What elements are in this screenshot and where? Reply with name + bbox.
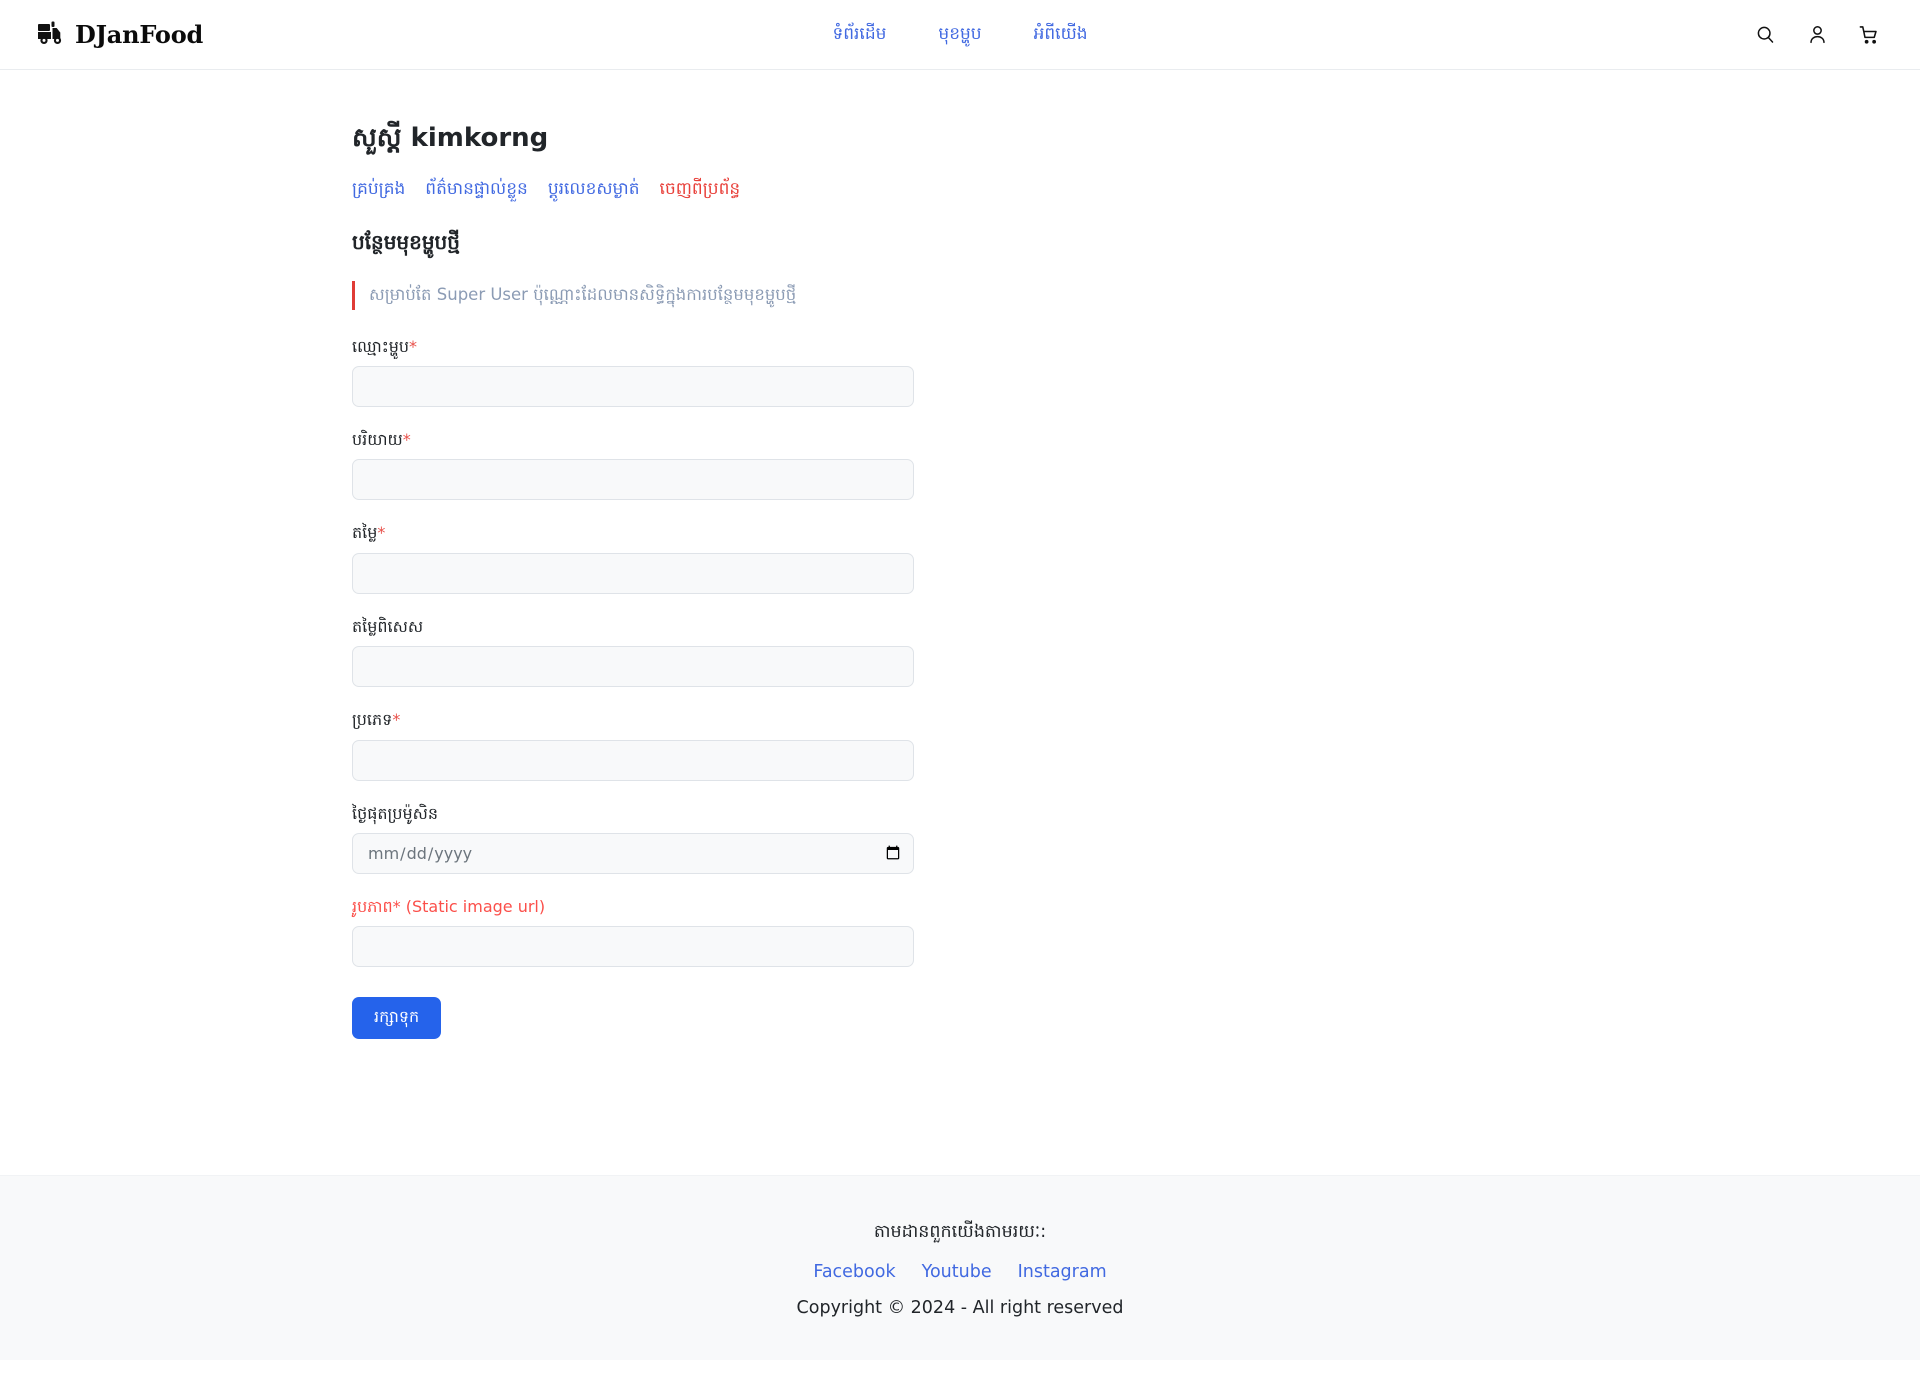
label-image-url: រូបភាព* (Static image url) <box>352 896 546 916</box>
label-promotion-end-date: ថ្ងៃផុតប្រម៉ូសិន <box>352 803 439 823</box>
field-category: ប្រភេទ* <box>352 709 1568 781</box>
input-special-price[interactable] <box>352 646 914 688</box>
field-price: តម្លៃ* <box>352 522 1568 594</box>
delivery-truck-icon <box>38 21 68 49</box>
page-body: សួស្តី kimkorng គ្រប់គ្រង ព័ត៌មានផ្ទាល់ខ… <box>0 70 1920 1175</box>
required-marker: * <box>377 523 386 543</box>
main-nav-links: ទំព័រដើម មុខម្ហូប អំពីយើង <box>832 21 1087 48</box>
page-title: សួស្តី kimkorng <box>352 123 549 153</box>
search-icon[interactable] <box>1752 22 1778 48</box>
footer-follow-title: តាមដានពួកយើងតាមរយៈ: <box>873 1222 1047 1242</box>
brand-name: DJanFood <box>75 20 204 49</box>
footer-link-instagram[interactable]: Instagram <box>1018 1262 1107 1282</box>
user-account-icon[interactable] <box>1804 22 1830 48</box>
required-marker: * <box>409 336 418 356</box>
shopping-cart-icon[interactable] <box>1856 22 1882 48</box>
label-category: ប្រភេទ* <box>352 710 401 730</box>
input-promotion-end-date[interactable] <box>352 832 914 874</box>
save-button[interactable]: រក្សាទុក <box>352 997 442 1040</box>
nav-item-home[interactable]: ទំព័រដើម <box>832 21 886 48</box>
add-food-form: ឈ្មោះម្ហូប* បរិយាយ* តម្លៃ* តម្លៃពិសេស ប្… <box>352 336 1568 1040</box>
input-description[interactable] <box>352 459 914 501</box>
footer-copyright: Copyright © 2024 - All right reserved <box>796 1298 1124 1318</box>
account-link-manage[interactable]: គ្រប់គ្រង <box>352 178 405 203</box>
input-food-name[interactable] <box>352 365 914 407</box>
required-marker: * <box>392 896 401 916</box>
label-special-price: តម្លៃពិសេស <box>352 616 424 636</box>
account-link-profile[interactable]: ព័ត៌មានផ្ទាល់ខ្លួន <box>425 178 528 203</box>
field-food-name: ឈ្មោះម្ហូប* <box>352 336 1568 407</box>
form-section-title: បន្ថែមមុខម្ហូបថ្មី <box>352 229 460 254</box>
site-footer: តាមដានពួកយើងតាមរយៈ: Facebook Youtube Ins… <box>0 1175 1920 1360</box>
field-special-price: តម្លៃពិសេស <box>352 616 1568 688</box>
super-user-notice: សម្រាប់តែ Super User ប៉ុណ្ណោះដែលមានសិទ្ធ… <box>352 280 1568 310</box>
label-food-name: ឈ្មោះម្ហូប* <box>352 336 418 356</box>
label-description: បរិយាយ* <box>352 429 411 449</box>
label-price: តម្លៃ* <box>352 523 386 543</box>
field-description: បរិយាយ* <box>352 429 1568 501</box>
account-link-logout[interactable]: ចេញពីប្រព័ន្ធ <box>660 178 741 203</box>
field-promotion-end-date: ថ្ងៃផុតប្រម៉ូសិន <box>352 803 1568 874</box>
nav-item-menu[interactable]: មុខម្ហូប <box>938 21 981 48</box>
input-price[interactable] <box>352 552 914 594</box>
account-links-row: គ្រប់គ្រង ព័ត៌មានផ្ទាល់ខ្លួន ប្ដូរលេខសម្… <box>352 178 1568 203</box>
account-link-change-password[interactable]: ប្ដូរលេខសម្ងាត់ <box>548 178 640 203</box>
input-category[interactable] <box>352 739 914 781</box>
field-image-url: រូបភាព* (Static image url) <box>352 896 1568 968</box>
footer-link-youtube[interactable]: Youtube <box>922 1262 992 1282</box>
required-marker: * <box>402 429 411 449</box>
header-action-icons <box>1752 22 1882 48</box>
input-image-url[interactable] <box>352 926 914 968</box>
nav-item-about[interactable]: អំពីយើង <box>1034 21 1088 48</box>
required-marker: * <box>392 710 401 730</box>
brand-logo-link[interactable]: DJanFood <box>38 20 203 49</box>
footer-link-facebook[interactable]: Facebook <box>813 1262 895 1282</box>
footer-social-links: Facebook Youtube Instagram <box>0 1262 1920 1282</box>
top-navigation-bar: DJanFood ទំព័រដើម មុខម្ហូប អំពីយើង <box>0 0 1920 70</box>
